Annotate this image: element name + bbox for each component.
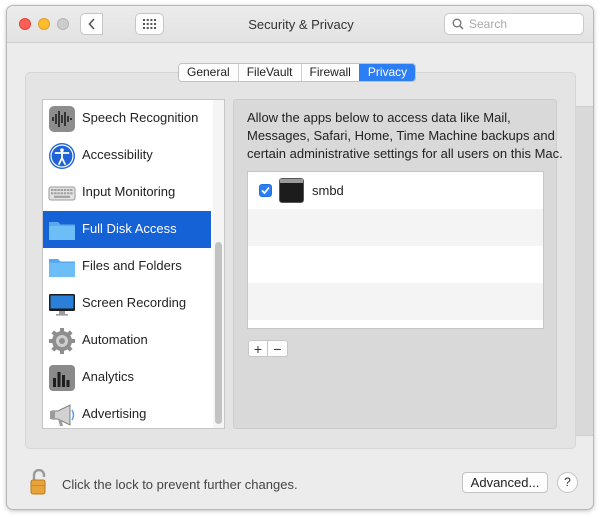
app-list: smbd	[247, 171, 544, 329]
tab-firewall[interactable]: Firewall	[300, 64, 359, 81]
access-description: Allow the apps below to access data like…	[247, 109, 563, 163]
terminal-icon	[279, 178, 304, 203]
security-privacy-window: Security & Privacy General FileVault Fir…	[6, 5, 594, 510]
window-title: Security & Privacy	[248, 17, 354, 32]
accessibility-icon	[49, 143, 75, 169]
sidebar-item-full-disk-access[interactable]: Full Disk Access	[43, 211, 211, 248]
search-field[interactable]	[444, 13, 584, 35]
tab-filevault[interactable]: FileVault	[237, 64, 301, 81]
keyboard-icon	[48, 186, 76, 201]
back-button[interactable]	[80, 13, 103, 35]
tab-general[interactable]: General	[179, 64, 238, 81]
sidebar-item-label: Analytics	[82, 369, 135, 384]
sidebar-item-input-monitoring[interactable]: Input Monitoring	[43, 174, 211, 211]
sidebar-item-screen-recording[interactable]: Screen Recording	[43, 285, 211, 322]
gear-icon	[49, 328, 75, 354]
sidebar-item-advertising[interactable]: Advertising	[43, 396, 211, 428]
checkmark-icon	[261, 186, 270, 195]
chart-icon	[49, 365, 75, 391]
folder-icon	[49, 222, 75, 240]
add-app-button[interactable]: +	[248, 340, 268, 357]
description-line: Allow the apps below to access data like…	[247, 110, 511, 125]
list-item	[248, 283, 543, 320]
list-item	[248, 246, 543, 283]
sidebar-item-label: Advertising	[82, 406, 147, 421]
close-button[interactable]	[19, 18, 31, 30]
sidebar-item-label: Speech Recognition	[82, 110, 199, 125]
sidebar-item-speech-recognition[interactable]: Speech Recognition	[43, 100, 211, 137]
minimize-button[interactable]	[38, 18, 50, 30]
description-line: certain administrative settings for all …	[247, 146, 563, 161]
description-line: Messages, Safari, Home, Time Machine bac…	[247, 128, 555, 143]
sidebar-item-accessibility[interactable]: Accessibility	[43, 137, 211, 174]
sidebar-item-label: Screen Recording	[82, 295, 187, 310]
search-icon	[452, 18, 464, 30]
remove-app-button[interactable]: −	[268, 340, 288, 357]
sidebar-item-label: Files and Folders	[82, 258, 182, 273]
folder-icon	[49, 259, 75, 277]
sidebar-item-analytics[interactable]: Analytics	[43, 359, 211, 396]
sidebar-item-files-and-folders[interactable]: Files and Folders	[43, 248, 211, 285]
help-button[interactable]: ?	[557, 472, 578, 493]
megaphone-icon	[50, 404, 75, 426]
grid-icon	[143, 19, 156, 29]
sidebar-item-label: Accessibility	[82, 147, 153, 162]
monitor-icon	[49, 294, 75, 316]
privacy-category-list: Speech Recognition Accessibility Input M…	[42, 99, 225, 429]
show-all-button[interactable]	[135, 13, 164, 35]
lock-status-text: Click the lock to prevent further change…	[62, 477, 298, 492]
add-remove-group: + −	[248, 340, 288, 357]
app-checkbox[interactable]	[259, 184, 272, 197]
waveform-icon	[49, 106, 75, 132]
lock-icon[interactable]	[30, 469, 50, 495]
advanced-button[interactable]: Advanced...	[462, 472, 548, 493]
tab-privacy[interactable]: Privacy	[358, 64, 416, 81]
list-item[interactable]: smbd	[248, 172, 543, 209]
sidebar-item-automation[interactable]: Automation	[43, 322, 211, 359]
sidebar-item-label: Input Monitoring	[82, 184, 176, 199]
sidebar-item-label: Full Disk Access	[82, 221, 177, 236]
tab-bar: General FileVault Firewall Privacy	[178, 63, 417, 82]
app-name: smbd	[312, 183, 344, 198]
sidebar-item-label: Automation	[82, 332, 148, 347]
zoom-button[interactable]	[57, 18, 69, 30]
title-bar: Security & Privacy	[7, 6, 593, 436]
search-input[interactable]	[469, 16, 579, 32]
list-item	[248, 209, 543, 246]
chevron-left-icon	[87, 18, 95, 30]
navigation-group	[80, 13, 593, 436]
sidebar-scrollbar-thumb[interactable]	[215, 242, 222, 424]
